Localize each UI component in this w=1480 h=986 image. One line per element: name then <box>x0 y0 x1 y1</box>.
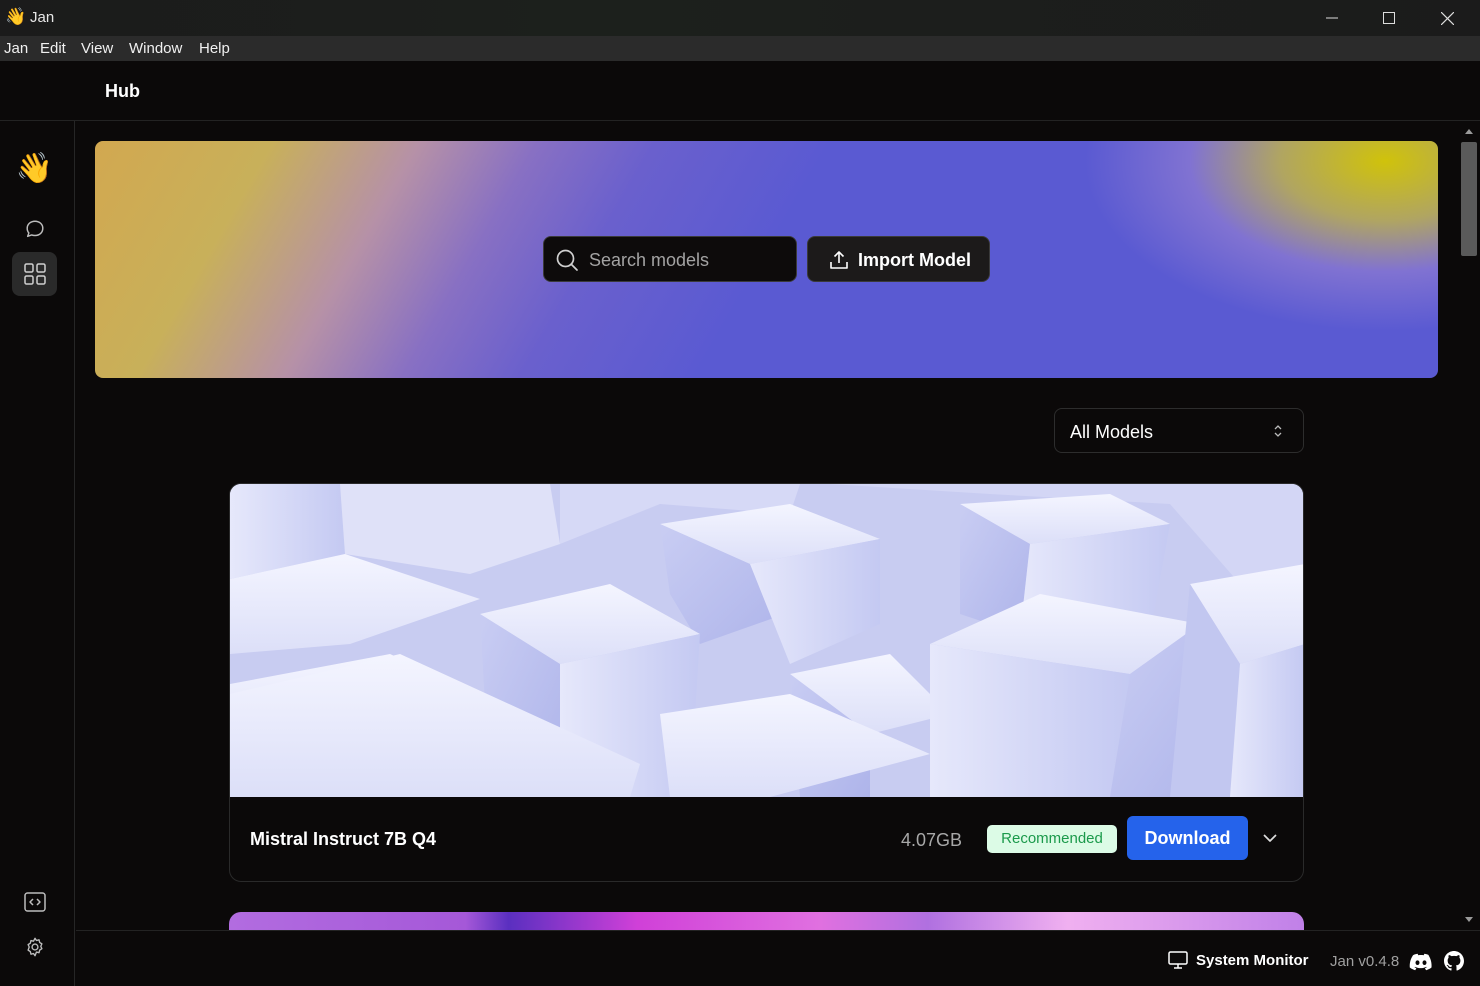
hub-content: Search models Import Model All Models Mi… <box>76 122 1458 930</box>
sidebar-item-settings[interactable] <box>12 925 57 969</box>
menu-bar: Jan Edit View Window Help <box>0 36 1480 61</box>
scroll-up-icon[interactable] <box>1464 127 1474 137</box>
title-bar: 👋 Jan <box>0 0 1480 36</box>
model-cover-image <box>230 484 1303 797</box>
maximize-button[interactable] <box>1360 0 1418 36</box>
model-name: Mistral Instruct 7B Q4 <box>250 829 437 849</box>
import-model-label: Import Model <box>858 250 971 270</box>
sidebar-item-local-api-server[interactable] <box>12 880 57 924</box>
hero-banner: Search models Import Model <box>95 141 1438 378</box>
system-monitor-button[interactable]: System Monitor <box>1168 951 1309 969</box>
page-title: Hub <box>105 81 140 101</box>
menu-edit[interactable]: Edit <box>40 40 66 57</box>
monitor-icon <box>1168 951 1188 969</box>
model-filter-value: All Models <box>1070 422 1154 442</box>
sidebar-item-hub[interactable] <box>12 252 57 296</box>
cubes-illustration <box>230 484 1303 797</box>
download-button[interactable]: Download <box>1127 816 1248 860</box>
grid-icon <box>23 263 46 285</box>
app-logo-icon: 👋 <box>5 7 27 26</box>
minimize-icon <box>1326 17 1338 19</box>
import-model-button[interactable]: Import Model <box>807 236 990 282</box>
close-button[interactable] <box>1418 0 1476 36</box>
chat-bubble-icon <box>25 220 44 238</box>
upload-icon <box>830 251 848 269</box>
close-icon <box>1440 11 1454 25</box>
expand-model-button[interactable] <box>1258 828 1282 848</box>
chevron-down-icon <box>1263 834 1277 842</box>
top-bar: Hub <box>0 61 1480 121</box>
menu-jan[interactable]: Jan <box>4 40 28 57</box>
maximize-icon <box>1383 12 1395 24</box>
minimize-button[interactable] <box>1303 0 1361 36</box>
scrollbar-thumb[interactable] <box>1461 142 1477 256</box>
window-title: Jan <box>30 9 55 26</box>
menu-view[interactable]: View <box>81 40 113 57</box>
status-bar: System Monitor Jan v0.4.8 <box>76 930 1480 986</box>
app-version: Jan v0.4.8 <box>1330 953 1400 970</box>
scroll-down-icon[interactable] <box>1464 914 1474 924</box>
model-card: Mistral Instruct 7B Q4 4.07GB Recommende… <box>229 483 1304 882</box>
code-icon <box>23 892 46 912</box>
search-icon <box>556 249 578 271</box>
scrollbar[interactable] <box>1458 122 1480 930</box>
discord-icon[interactable] <box>1409 953 1433 971</box>
github-icon[interactable] <box>1444 951 1464 971</box>
model-filter-select[interactable]: All Models <box>1054 408 1304 453</box>
gear-icon <box>26 937 43 957</box>
search-input[interactable]: Search models <box>543 236 797 282</box>
model-card-next-cover <box>229 912 1304 930</box>
sidebar: 👋 <box>0 121 75 986</box>
recommended-badge: Recommended <box>987 825 1117 853</box>
sidebar-item-chat[interactable] <box>12 207 57 251</box>
search-placeholder: Search models <box>589 250 710 270</box>
model-size: 4.07GB <box>901 830 963 850</box>
system-monitor-label: System Monitor <box>1196 951 1309 969</box>
jan-logo-icon[interactable]: 👋 <box>12 146 57 190</box>
menu-help[interactable]: Help <box>199 40 230 57</box>
chevron-up-down-icon <box>1274 425 1282 437</box>
menu-window[interactable]: Window <box>129 40 182 57</box>
